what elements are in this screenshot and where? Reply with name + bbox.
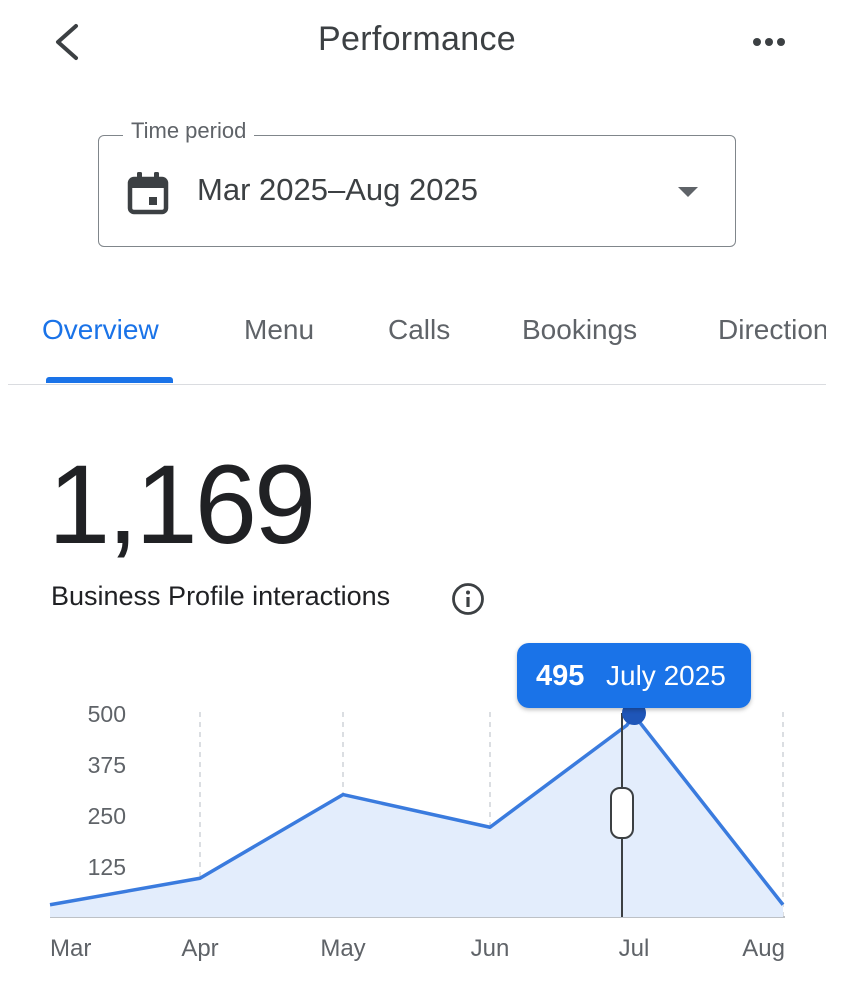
x-tick-label: Apr: [181, 935, 218, 962]
tab-overview[interactable]: Overview: [42, 314, 159, 346]
x-tick-label: Aug: [742, 935, 785, 962]
active-tab-indicator: [46, 377, 173, 383]
y-tick-label: 500: [88, 701, 126, 727]
interactions-total: 1,169: [48, 442, 316, 567]
arrow-drop-down-icon[interactable]: [674, 184, 702, 200]
time-period-label: Time period: [123, 118, 255, 144]
page-title: Performance: [318, 20, 516, 58]
tooltip-value: 495: [536, 660, 585, 692]
x-tick-label: Jun: [471, 935, 510, 962]
tab-bookings[interactable]: Bookings: [522, 314, 637, 346]
tooltip-label: July 2025: [606, 660, 726, 691]
x-tick-label: May: [320, 935, 365, 962]
time-period-value: Mar 2025–Aug 2025: [197, 172, 478, 207]
tab-menu[interactable]: Menu: [244, 314, 314, 346]
chart-tooltip: 495 July 2025: [517, 643, 751, 708]
more-horizontal-icon: [753, 38, 785, 46]
tab-bar: Overview Menu Calls Bookings Directions: [8, 300, 826, 385]
calendar-icon: [126, 170, 170, 216]
x-tick-label: Jul: [619, 935, 650, 962]
y-tick-label: 375: [88, 752, 126, 778]
more-options-button[interactable]: [742, 24, 796, 60]
x-tick-label: Mar: [50, 935, 91, 962]
cursor-drag-handle[interactable]: [610, 787, 634, 839]
interactions-label: Business Profile interactions: [51, 581, 391, 611]
tab-directions[interactable]: Directions: [718, 314, 826, 346]
tab-calls[interactable]: Calls: [388, 314, 450, 346]
y-tick-label: 250: [88, 803, 126, 829]
info-icon[interactable]: [451, 582, 485, 616]
y-tick-label: 125: [88, 854, 126, 880]
